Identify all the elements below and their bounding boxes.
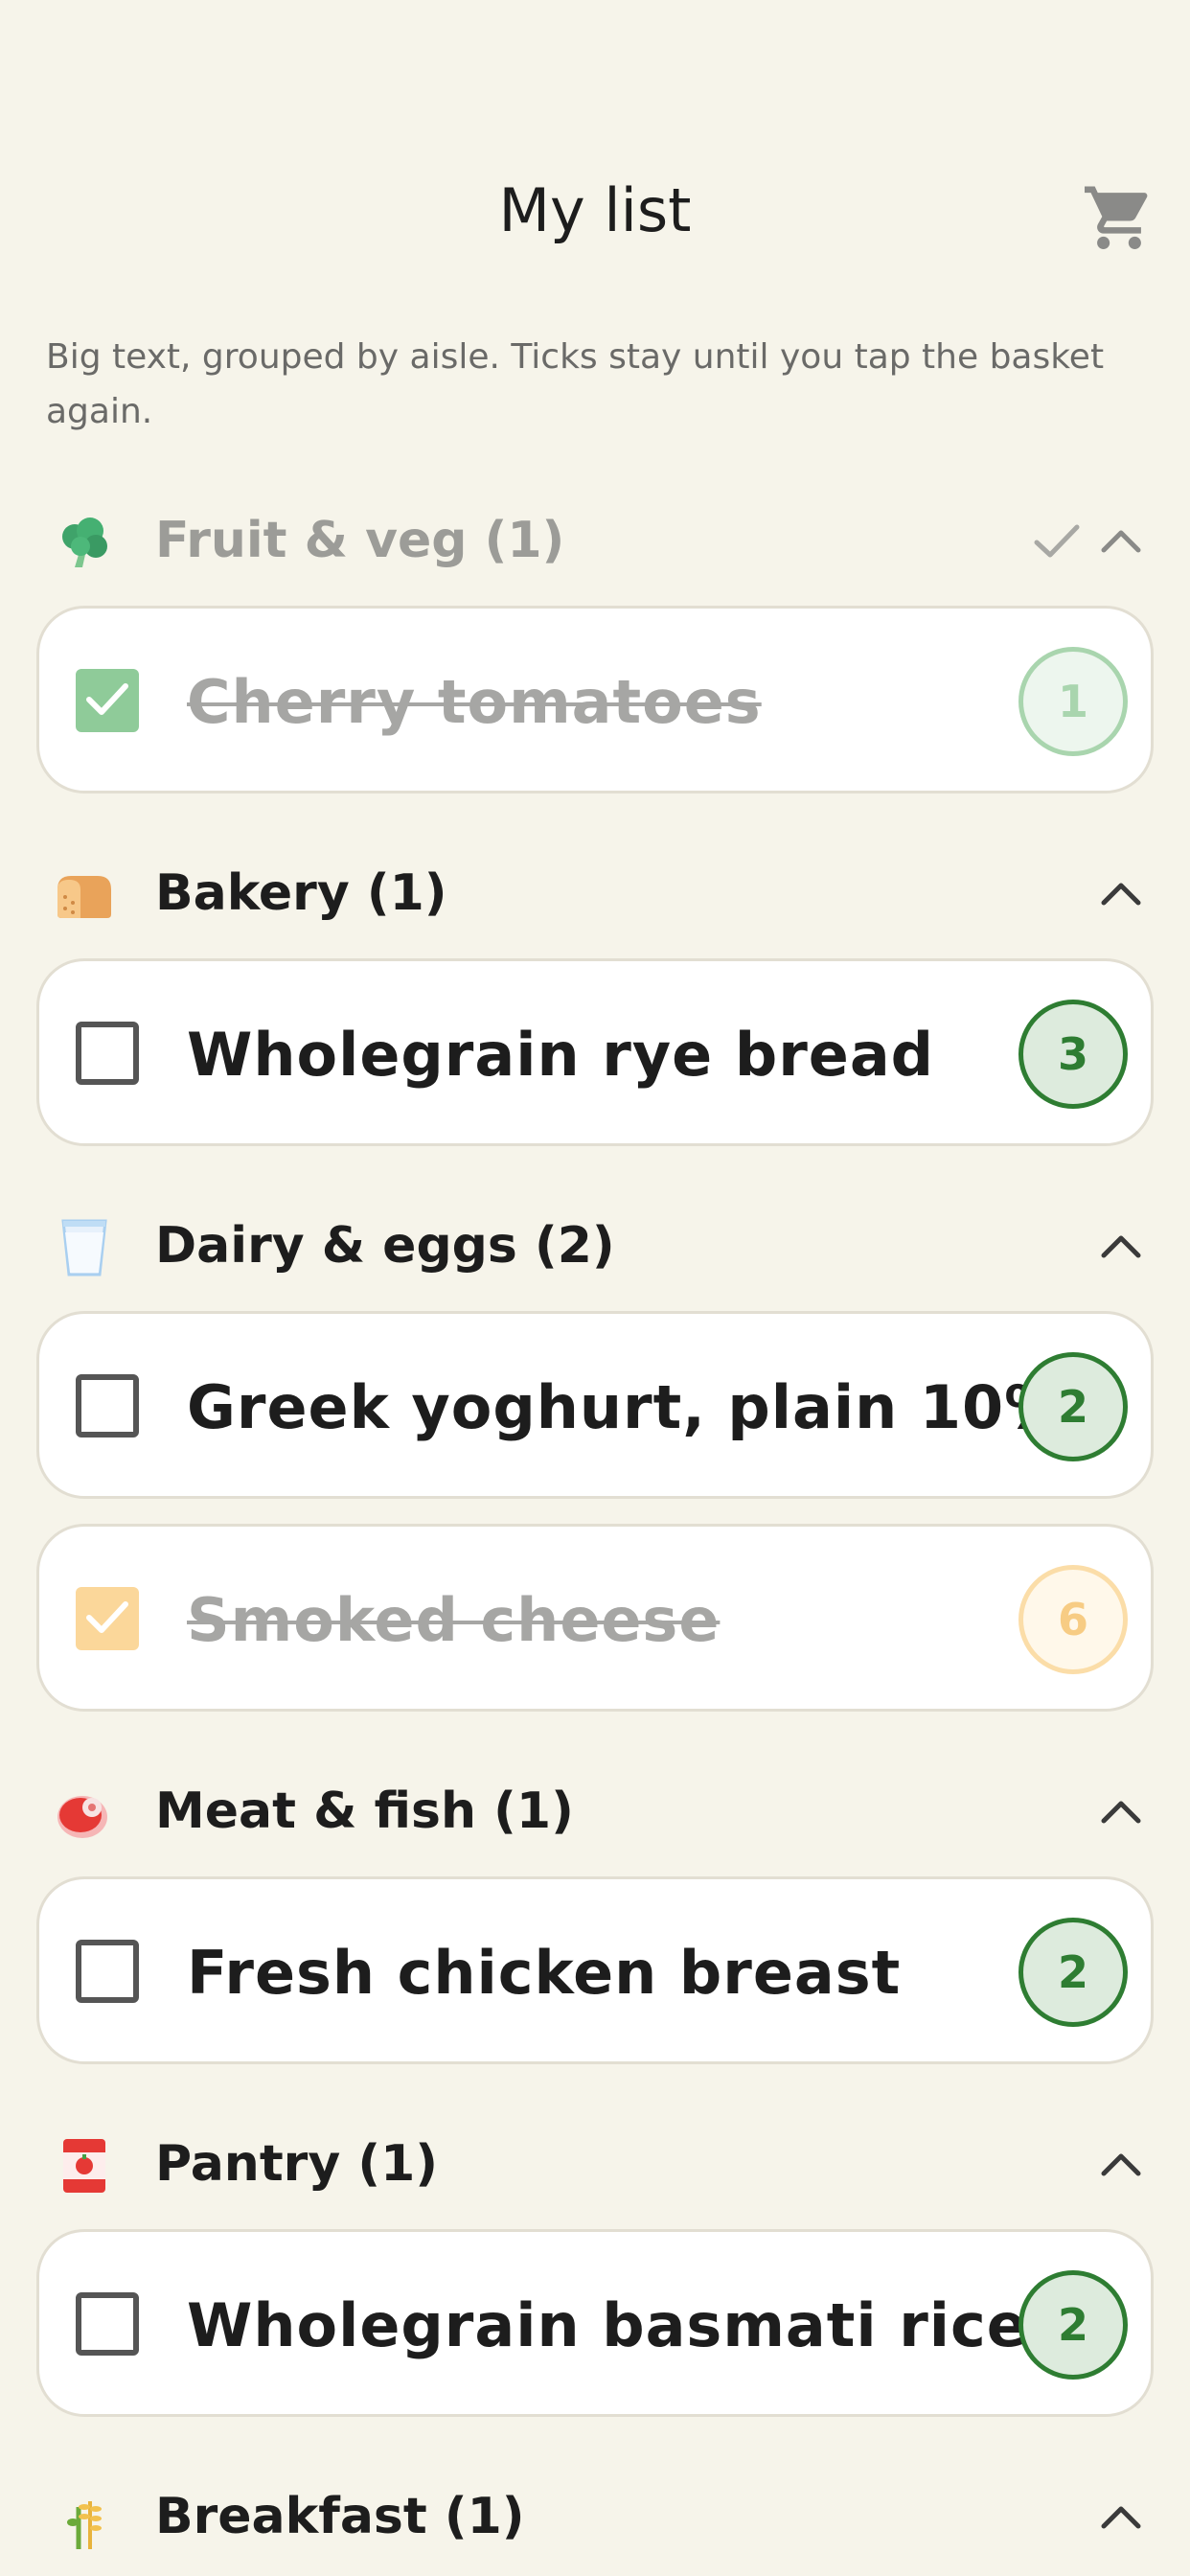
section-title: Pantry (1) — [155, 2135, 439, 2193]
canned-food-icon — [63, 2139, 105, 2193]
section-title: Dairy & eggs (2) — [155, 1217, 615, 1275]
list-item-rye-bread[interactable]: Wholegrain rye bread 3 — [36, 958, 1154, 1146]
bread-icon — [57, 876, 111, 918]
chevron-up-icon[interactable] — [1098, 523, 1144, 558]
item-name: Cherry tomatoes — [187, 667, 762, 737]
list-item-smoked-cheese[interactable]: Smoked cheese 6 — [36, 1524, 1154, 1712]
page-title: My list — [498, 175, 692, 245]
item-checkbox[interactable] — [76, 1940, 139, 2003]
list-item-cherry-tomatoes[interactable]: Cherry tomatoes 1 — [36, 606, 1154, 794]
wheat-icon — [67, 2501, 102, 2549]
chevron-up-icon[interactable] — [1098, 1229, 1144, 1263]
shopping-list-screen: My list Big text, grouped by aisle. Tick… — [0, 0, 1190, 2576]
list-item-greek-yoghurt[interactable]: Greek yoghurt, plain 10% 2 — [36, 1311, 1154, 1499]
item-name: Wholegrain basmati rice — [187, 2290, 1028, 2360]
broccoli-icon — [62, 518, 107, 567]
section-header-meat-fish[interactable]: Meat & fish (1) — [0, 1767, 1190, 1853]
section-header-breakfast[interactable]: Breakfast (1) — [0, 2472, 1190, 2559]
section-header-bakery[interactable]: Bakery (1) — [0, 849, 1190, 935]
quantity-badge[interactable]: 2 — [1018, 2270, 1128, 2380]
quantity-badge[interactable]: 1 — [1018, 647, 1128, 756]
item-checkbox[interactable] — [76, 1022, 139, 1085]
chevron-up-icon[interactable] — [1098, 1794, 1144, 1828]
item-name: Fresh chicken breast — [187, 1938, 902, 2008]
item-name: Greek yoghurt, plain 10% — [187, 1372, 1065, 1442]
section-title: Fruit & veg (1) — [155, 512, 565, 569]
chevron-up-icon[interactable] — [1098, 876, 1144, 910]
section-title: Bakery (1) — [155, 864, 447, 922]
check-icon — [86, 683, 128, 715]
section-header-pantry[interactable]: Pantry (1) — [0, 2120, 1190, 2206]
item-checkbox[interactable] — [76, 1587, 139, 1650]
item-name: Smoked cheese — [187, 1585, 721, 1655]
list-item-chicken-breast[interactable]: Fresh chicken breast 2 — [36, 1876, 1154, 2064]
check-icon — [86, 1601, 128, 1633]
section-header-dairy-eggs[interactable]: Dairy & eggs (2) — [0, 1202, 1190, 1288]
item-name: Wholegrain rye bread — [187, 1020, 935, 1090]
shopping-cart-icon[interactable] — [1081, 180, 1157, 249]
chevron-up-icon[interactable] — [1098, 2499, 1144, 2534]
section-header-fruit-veg[interactable]: Fruit & veg (1) — [0, 496, 1190, 583]
quantity-badge[interactable]: 3 — [1018, 1000, 1128, 1109]
list-description: Big text, grouped by aisle. Ticks stay u… — [46, 337, 1105, 431]
chevron-up-icon[interactable] — [1098, 2147, 1144, 2181]
list-item-basmati-rice[interactable]: Wholegrain basmati rice 2 — [36, 2229, 1154, 2417]
quantity-badge[interactable]: 6 — [1018, 1565, 1128, 1674]
meat-icon — [57, 1796, 107, 1838]
milk-glass-icon — [61, 1219, 107, 1276]
section-title: Meat & fish (1) — [155, 1782, 574, 1840]
quantity-badge[interactable]: 2 — [1018, 1918, 1128, 2027]
check-icon — [1034, 524, 1080, 558]
item-checkbox[interactable] — [76, 669, 139, 732]
quantity-badge[interactable]: 2 — [1018, 1352, 1128, 1461]
item-checkbox[interactable] — [76, 2292, 139, 2356]
section-title: Breakfast (1) — [155, 2488, 525, 2545]
top-bar: My list — [0, 0, 1190, 288]
item-checkbox[interactable] — [76, 1374, 139, 1438]
